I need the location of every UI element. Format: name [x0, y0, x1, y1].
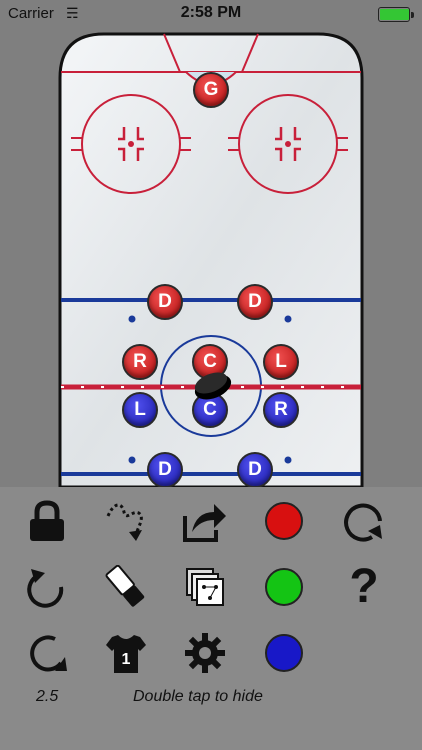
rotate-icon[interactable] — [339, 496, 389, 546]
share-icon[interactable] — [180, 496, 230, 546]
settings-icon[interactable] — [180, 628, 230, 678]
red-color-swatch — [265, 502, 303, 540]
toolbar: ? 1 2.5 Double tap to hide — [0, 487, 422, 750]
player-token-red-r[interactable]: R — [122, 344, 158, 380]
redo-icon[interactable] — [22, 628, 72, 678]
player-token-red-d2[interactable]: D — [237, 284, 273, 320]
player-token-blue-l[interactable]: L — [122, 392, 158, 428]
speed-value: 2.5 — [36, 688, 59, 705]
player-token-blue-r[interactable]: R — [263, 392, 299, 428]
undo-icon[interactable] — [22, 562, 72, 612]
blue-color-swatch — [265, 634, 303, 672]
trail-path-icon[interactable] — [101, 496, 151, 546]
blue-color-button[interactable] — [259, 628, 309, 678]
hockey-rink[interactable]: G D D R C L L C R D D — [0, 0, 422, 487]
help-icon[interactable]: ? — [339, 562, 389, 612]
hide-hint: Double tap to hide — [133, 688, 263, 705]
player-token-blue-d1[interactable]: D — [147, 452, 183, 487]
red-color-button[interactable] — [259, 496, 309, 546]
lock-icon[interactable] — [22, 496, 72, 546]
green-color-swatch — [265, 568, 303, 606]
jersey-number: 1 — [122, 651, 131, 668]
player-token-blue-d2[interactable]: D — [237, 452, 273, 487]
player-token-red-l[interactable]: L — [263, 344, 299, 380]
plays-icon[interactable] — [180, 562, 230, 612]
player-token-red-d1[interactable]: D — [147, 284, 183, 320]
green-color-button[interactable] — [259, 562, 309, 612]
eraser-icon[interactable] — [101, 562, 151, 612]
goalie-token[interactable]: G — [193, 72, 229, 108]
jersey-icon[interactable]: 1 — [101, 628, 151, 678]
